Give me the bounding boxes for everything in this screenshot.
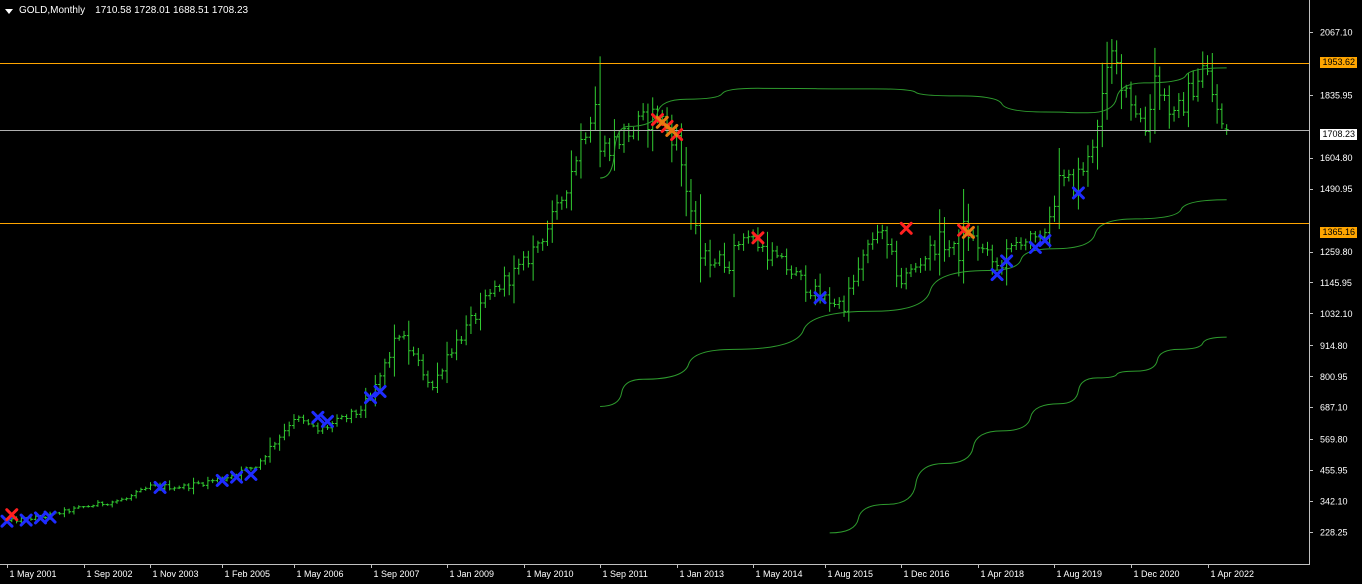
price-axis-label: 800.95: [1320, 372, 1348, 382]
price-axis-label: 2067.10: [1320, 28, 1353, 38]
time-axis-label: 1 May 2001: [10, 569, 57, 579]
time-axis-label: 1 Sep 2007: [374, 569, 420, 579]
time-axis-label: 1 Jan 2009: [450, 569, 495, 579]
current-price-tag: 1708.23: [1320, 129, 1357, 140]
time-axis-label: 1 Dec 2016: [904, 569, 950, 579]
chart-header: GOLD,Monthly 1710.58 1728.01 1688.51 170…: [5, 4, 248, 18]
price-axis-label: 1835.95: [1320, 90, 1353, 100]
price-axis-label: 1145.95: [1320, 278, 1352, 288]
time-axis-label: 1 Nov 2003: [153, 569, 199, 579]
resistance-lower-price-tag: 1365.16: [1320, 227, 1357, 238]
time-axis-label: 1 May 2014: [756, 569, 803, 579]
plot-area[interactable]: [0, 0, 1309, 564]
time-axis-label: 1 Sep 2011: [603, 569, 648, 579]
price-axis-label: 455.95: [1320, 466, 1348, 476]
price-axis-label: 1032.10: [1320, 309, 1353, 319]
time-axis-label: 1 Sep 2002: [87, 569, 133, 579]
price-axis-label: 1259.80: [1320, 247, 1353, 257]
time-axis-label: 1 Apr 2022: [1211, 569, 1255, 579]
time-axis-label: 1 Aug 2019: [1057, 569, 1103, 579]
price-axis-label: 342.10: [1320, 497, 1348, 507]
time-axis-label: 1 Apr 2018: [981, 569, 1025, 579]
time-axis-label: 1 Aug 2015: [828, 569, 874, 579]
price-chart[interactable]: 2067.10 1835.95 1604.80 1490.95 1259.80 1145.…: [0, 0, 1362, 584]
time-axis-label: 1 Feb 2005: [225, 569, 271, 579]
chart-window[interactable]: 2067.10 1835.95 1604.80 1490.95 1259.80 1145.…: [0, 0, 1362, 584]
price-axis[interactable]: 2067.10 1835.95 1604.80 1490.95 1259.80 1145.…: [1309, 28, 1353, 538]
resistance-upper-price-tag: 1953.62: [1320, 57, 1357, 68]
price-axis-label: 1490.95: [1320, 184, 1353, 194]
price-axis-label: 1604.80: [1320, 153, 1353, 163]
triangle-down-icon[interactable]: [5, 9, 13, 14]
price-axis-label: 569.80: [1320, 435, 1348, 445]
price-axis-label: 914.80: [1320, 341, 1348, 351]
ohlc-values: 1710.58 1728.01 1688.51 1708.23: [95, 5, 249, 16]
price-axis-label: 687.10: [1320, 403, 1348, 413]
time-axis-label: 1 May 2010: [527, 569, 574, 579]
symbol-title: GOLD,Monthly: [19, 5, 86, 16]
time-axis-label: 1 Jan 2013: [680, 569, 725, 579]
time-axis-label: 1 May 2006: [297, 569, 344, 579]
time-axis[interactable]: 1 May 2001 1 Sep 2002 1 Nov 2003 1 Feb 2005…: [7, 564, 1255, 579]
time-axis-label: 1 Dec 2020: [1134, 569, 1180, 579]
price-axis-label: 228.25: [1320, 528, 1348, 538]
